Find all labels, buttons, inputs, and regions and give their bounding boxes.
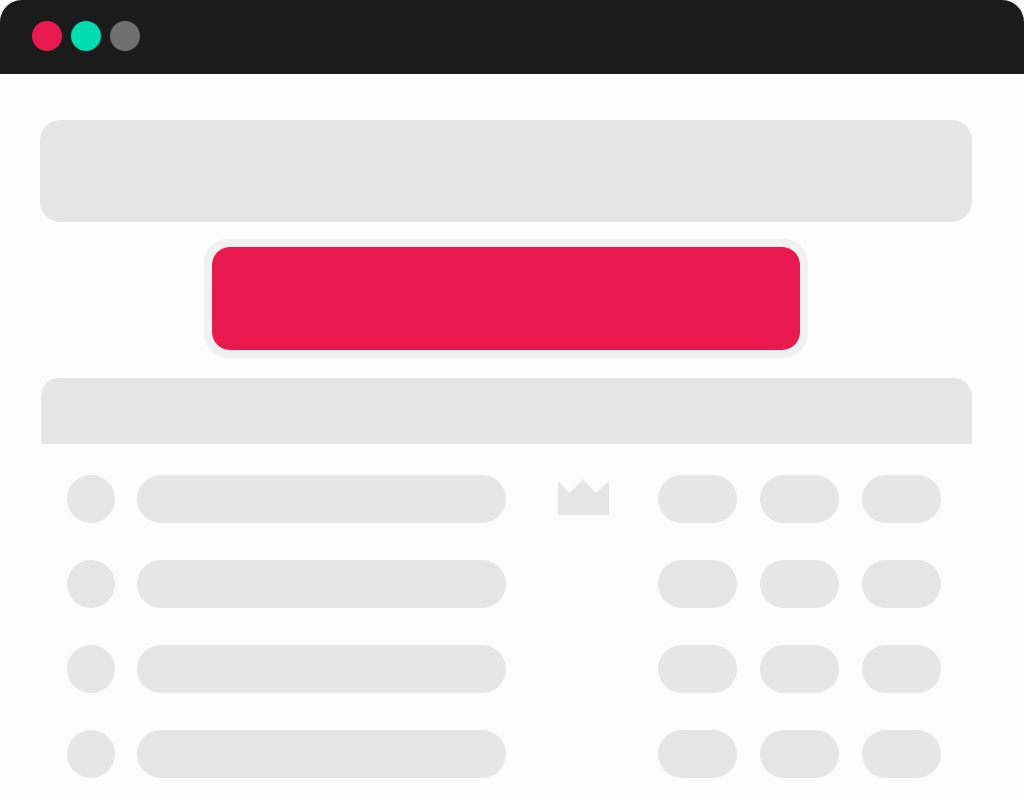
table-row[interactable] — [0, 645, 1024, 693]
stat-placeholder-2 — [760, 475, 839, 523]
browser-window — [0, 0, 1024, 797]
stat-placeholder-1 — [658, 560, 737, 608]
avatar — [67, 475, 115, 523]
table-row[interactable] — [0, 560, 1024, 608]
name-placeholder — [137, 645, 506, 693]
stat-placeholder-3 — [862, 560, 941, 608]
table-row[interactable] — [0, 730, 1024, 778]
stat-placeholder-1 — [658, 475, 737, 523]
stat-placeholder-2 — [760, 645, 839, 693]
stat-placeholder-1 — [658, 730, 737, 778]
name-placeholder — [137, 560, 506, 608]
crown-icon — [558, 479, 609, 515]
primary-action-button[interactable] — [212, 247, 800, 350]
name-placeholder — [137, 730, 506, 778]
stat-placeholder-3 — [862, 645, 941, 693]
minimize-window-button[interactable] — [110, 21, 140, 51]
avatar — [67, 560, 115, 608]
stat-placeholder-2 — [760, 730, 839, 778]
table-header — [41, 378, 972, 444]
stat-placeholder-3 — [862, 730, 941, 778]
name-placeholder — [137, 475, 506, 523]
avatar — [67, 730, 115, 778]
maximize-window-button[interactable] — [71, 21, 101, 51]
stat-placeholder-3 — [862, 475, 941, 523]
avatar — [67, 645, 115, 693]
table-row[interactable] — [0, 475, 1024, 523]
page-title-placeholder — [40, 120, 972, 222]
close-window-button[interactable] — [32, 21, 62, 51]
stat-placeholder-2 — [760, 560, 839, 608]
stat-placeholder-1 — [658, 645, 737, 693]
title-bar — [0, 0, 1024, 74]
